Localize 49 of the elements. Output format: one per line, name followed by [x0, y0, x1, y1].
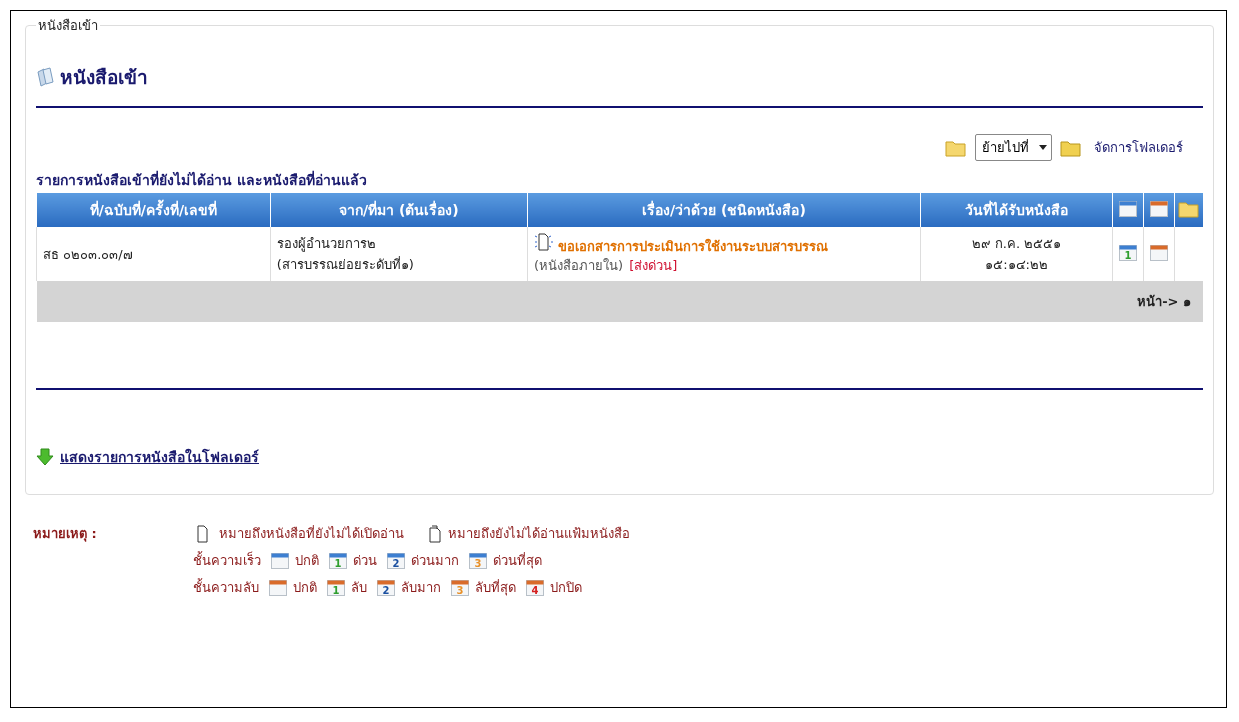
- legend-text: ชั้นความเร็ว: [193, 550, 261, 570]
- calendar-icon: [271, 552, 289, 569]
- documents-icon: [36, 67, 56, 87]
- legend-text: หมายถึงหนังสือที่ยังไม่ได้เปิดอ่าน: [219, 524, 404, 543]
- calendar-icon: 3: [451, 579, 469, 596]
- calendar-icon: 2: [377, 579, 395, 596]
- column-header: ที่/ฉบับที่/ครั้งที่/เลขที่: [36, 193, 271, 227]
- legend-text: ปกติ: [295, 552, 319, 570]
- legend-text: ลับ: [351, 579, 367, 597]
- pager[interactable]: หน้า-> ๑: [1137, 294, 1191, 309]
- calendar-icon: 1: [329, 552, 347, 569]
- caret-icon: [1039, 145, 1047, 150]
- calendar-icon: 2: [387, 552, 405, 569]
- calendar-icon: 3: [469, 552, 487, 569]
- calendar-icon: [1119, 200, 1137, 217]
- urgency-label: [ส่งด่วน]: [629, 256, 678, 275]
- folder-icon[interactable]: [1060, 138, 1082, 157]
- legend-text: ลับที่สุด: [475, 578, 516, 598]
- folder-icon[interactable]: [1178, 199, 1200, 218]
- calendar-icon: 1: [327, 579, 345, 596]
- table-cell-text: รองผู้อำนวยการ๒ (สารบรรณย่อยระดับที่๑): [276, 235, 415, 274]
- legend-text: ด่วน: [353, 552, 377, 570]
- table-cell-text: ๒๙ ก.ค. ๒๕๕๑ ๑๕:๑๔:๒๒: [970, 235, 1063, 274]
- document-type: (หนังสือภายใน): [534, 256, 624, 275]
- legend-text: ลับมาก: [401, 579, 441, 597]
- document-icon: [428, 524, 442, 543]
- column-header: จาก/ที่มา (ต้นเรื่อง): [270, 193, 528, 227]
- manage-folders-link[interactable]: จัดการโฟลเดอร์: [1094, 137, 1183, 158]
- calendar-icon: [1150, 244, 1168, 261]
- legend-text: หมายถึงยังไม่ได้อ่านแฟ้มหนังสือ: [448, 525, 630, 543]
- legend-text: ปกติ: [293, 579, 317, 597]
- calendar-icon: [1150, 200, 1168, 217]
- folder-list-link[interactable]: แสดงรายการหนังสือในโฟลเดอร์: [60, 446, 259, 468]
- legend-text: ด่วนมาก: [411, 552, 459, 570]
- table-caption: รายการหนังสือเข้าที่ยังไม่ได้อ่าน และหนังสือที่อ่านแล้ว: [36, 169, 368, 190]
- legend-text: ชั้นความลับ: [193, 577, 259, 597]
- folder-icon[interactable]: [945, 138, 967, 157]
- legend-text: ปกปิด: [550, 579, 582, 597]
- notes-label: หมายเหตุ :: [33, 525, 98, 544]
- down-arrow-icon: [36, 448, 54, 466]
- panel-legend: หนังสือเข้า: [36, 15, 100, 36]
- legend-text: ด่วนที่สุด: [493, 551, 542, 571]
- move-to-dropdown[interactable]: ย้ายไปที่: [975, 134, 1052, 161]
- calendar-icon: 4: [526, 579, 544, 596]
- column-header: เรื่อง/ว่าด้วย (ชนิดหนังสือ): [527, 193, 921, 227]
- calendar-icon: 1: [1119, 244, 1137, 261]
- page-title: หนังสือเข้า: [60, 65, 148, 90]
- column-header: วันที่ได้รับหนังสือ: [920, 193, 1113, 227]
- calendar-icon: [269, 579, 287, 596]
